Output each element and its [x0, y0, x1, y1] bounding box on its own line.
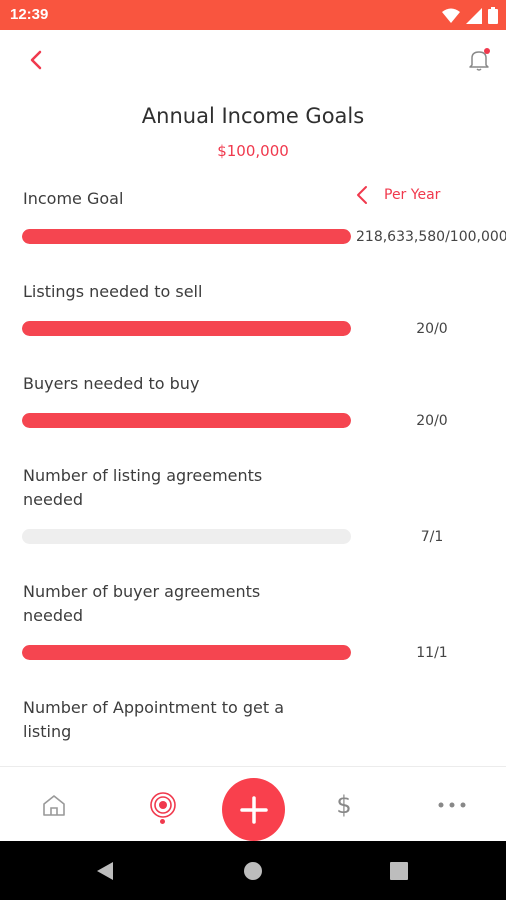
status-bar: 12:39 [0, 0, 506, 30]
app-header [0, 30, 506, 90]
goal-label-listing-agreements: Number of listing agreements needed [23, 466, 263, 509]
goal-progress-listings [22, 321, 351, 336]
home-icon [43, 795, 65, 816]
system-nav-bar [0, 841, 506, 900]
goal-label-income: Income Goal [23, 189, 124, 208]
goal-progress-listing-agreements [22, 529, 351, 544]
goal-ratio-buyer-agreements: 11/1 [416, 645, 448, 661]
goal-progress-fill [22, 229, 351, 244]
income-goal-amount: $100,000 [217, 142, 289, 160]
plus-icon [239, 795, 268, 824]
bell-icon [469, 48, 490, 71]
period-label: Per Year [384, 187, 441, 203]
more-dots-icon [438, 802, 466, 808]
nav-more[interactable] [432, 785, 472, 825]
add-button[interactable] [222, 778, 285, 841]
goal-ratio-listings: 20/0 [416, 321, 448, 337]
goal-label-appointments: Number of Appointment to get a listing [23, 698, 285, 741]
active-tab-indicator [160, 819, 165, 824]
chevron-left-icon[interactable] [354, 184, 370, 206]
goal-progress-fill [22, 645, 351, 660]
status-time: 12:39 [10, 6, 49, 23]
goal-label-listings: Listings needed to sell [23, 282, 203, 301]
goal-ratio-buyers: 20/0 [416, 413, 448, 429]
signal-icon [466, 7, 482, 24]
goal-progress-fill [22, 413, 351, 428]
battery-icon [488, 7, 498, 24]
goal-ratio-listing-agreements: 7/1 [420, 529, 444, 545]
goal-progress-fill [22, 321, 351, 336]
notifications-button[interactable] [466, 46, 492, 72]
status-icons [442, 7, 498, 24]
wifi-icon [442, 8, 460, 23]
back-button[interactable] [24, 48, 48, 72]
goal-progress-income [22, 229, 351, 244]
system-back-icon[interactable] [95, 861, 115, 881]
back-chevron-icon [30, 50, 42, 70]
goal-ratio-income: 218,633,580/100,000 [356, 229, 506, 245]
goal-label-buyers: Buyers needed to buy [23, 374, 200, 393]
dollar-icon: $ [336, 791, 352, 819]
goal-progress-buyer-agreements [22, 645, 351, 660]
bottom-nav: $ [0, 766, 506, 842]
target-icon [150, 792, 176, 818]
nav-finance[interactable]: $ [324, 785, 364, 825]
page-title: Annual Income Goals [141, 104, 365, 128]
period-toggle[interactable]: Per Year [354, 184, 440, 206]
system-recents-icon[interactable] [390, 862, 408, 880]
system-home-icon[interactable] [243, 861, 263, 881]
goal-label-buyer-agreements: Number of buyer agreements needed [23, 582, 261, 625]
nav-home[interactable] [34, 785, 74, 825]
goal-progress-buyers [22, 413, 351, 428]
